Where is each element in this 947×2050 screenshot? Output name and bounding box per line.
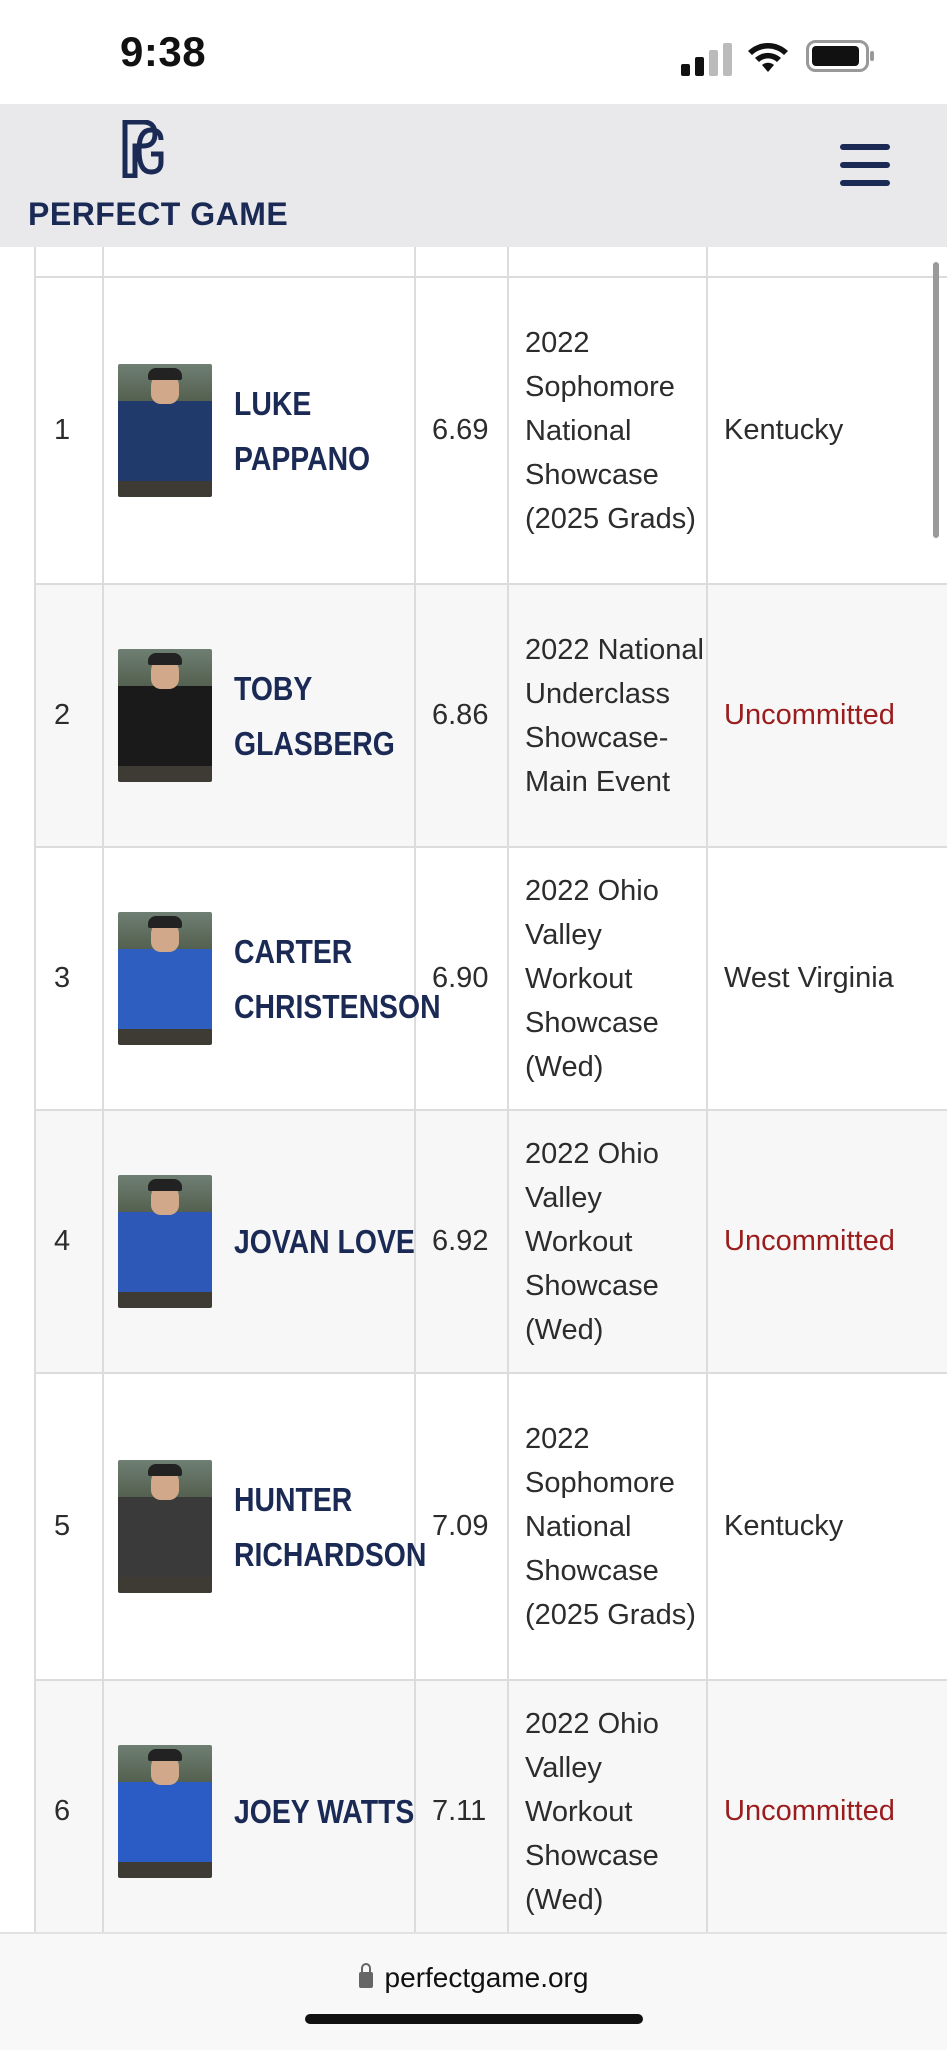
hamburger-menu-icon[interactable] (836, 140, 894, 192)
player-name-line: CHRISTENSON (234, 987, 441, 1025)
logo-text: PERFECT GAME (28, 196, 289, 232)
commitment-cell[interactable]: Kentucky (706, 1372, 947, 1681)
site-header: PERFECT GAME (0, 104, 947, 247)
player-name-link[interactable]: HUNTER RICHARDSON (234, 1472, 426, 1582)
commitment-cell[interactable]: West Virginia (706, 846, 947, 1111)
player-photo[interactable] (118, 1175, 212, 1308)
home-indicator[interactable] (305, 2014, 643, 2024)
player-cell[interactable]: HUNTER RICHARDSON (102, 1372, 426, 1681)
event-cell[interactable]: 2022 Ohio Valley Workout Showcase (Wed) (507, 846, 708, 1111)
sixty-time-cell: 6.92 (414, 1109, 509, 1374)
table-row[interactable]: 3 CARTER CHRISTENSON 6.90 2022 Ohio Valley W… (34, 846, 947, 1111)
player-photo[interactable] (118, 364, 212, 497)
player-name-line: PAPPANO (234, 439, 371, 477)
event-cell[interactable]: 2022 Ohio Valley Workout Showcase (Wed) (507, 1109, 708, 1374)
rankings-table: 1 LUKE PAPPANO 6.69 2022 Sophomore National … (34, 230, 947, 1932)
lock-icon (358, 1963, 373, 1988)
perfect-game-logo[interactable]: PERFECT GAME (28, 120, 288, 232)
player-name-line: TOBY (234, 669, 313, 707)
rank-cell: 3 (34, 846, 104, 1111)
sixty-time-cell: 6.69 (414, 276, 509, 585)
rankings-table-container[interactable]: 1 LUKE PAPPANO 6.69 2022 Sophomore National … (0, 230, 947, 1932)
commitment-cell: Uncommitted (706, 1679, 947, 1932)
table-row[interactable]: 1 LUKE PAPPANO 6.69 2022 Sophomore National … (34, 276, 947, 585)
status-bar: 9:38 (0, 0, 947, 104)
wifi-icon (748, 43, 788, 72)
event-cell[interactable]: 2022 Sophomore National Showcase (2025 G… (507, 1372, 708, 1681)
table-row[interactable]: 6 JOEY WATTS 7.11 2022 Ohio Valley Workout … (34, 1679, 947, 1932)
rank-cell: 6 (34, 1679, 104, 1932)
player-name-line: LUKE (234, 384, 312, 422)
player-photo[interactable] (118, 1745, 212, 1878)
player-cell[interactable]: JOVAN LOVE (102, 1109, 416, 1374)
event-cell[interactable]: 2022 Ohio Valley Workout Showcase (Wed) (507, 1679, 708, 1932)
player-name-line: JOVAN LOVE (234, 1223, 415, 1260)
rank-cell: 2 (34, 583, 104, 848)
scrollbar[interactable] (933, 262, 939, 538)
player-photo[interactable] (118, 1460, 212, 1593)
commitment-cell[interactable]: Kentucky (706, 276, 947, 585)
player-name-link[interactable]: LUKE PAPPANO (234, 376, 370, 486)
player-name-line: CARTER (234, 932, 353, 970)
player-name-line: HUNTER (234, 1480, 353, 1518)
player-name-link[interactable]: CARTER CHRISTENSON (234, 924, 441, 1034)
rank-cell: 1 (34, 276, 104, 585)
sixty-time-cell: 7.11 (414, 1679, 509, 1932)
cellular-signal-icon (681, 40, 733, 76)
player-cell[interactable]: TOBY GLASBERG (102, 583, 416, 848)
sixty-time-cell: 6.86 (414, 583, 509, 848)
table-row[interactable]: 4 JOVAN LOVE 6.92 2022 Ohio Valley Workout … (34, 1109, 947, 1374)
table-row[interactable]: 5 HUNTER RICHARDSON 7.09 2022 Sophomore Nati… (34, 1372, 947, 1681)
battery-icon (806, 40, 874, 72)
commitment-cell: Uncommitted (706, 583, 947, 848)
event-cell[interactable]: 2022 Sophomore National Showcase (2025 G… (507, 276, 708, 585)
player-name-link[interactable]: JOEY WATTS (234, 1784, 414, 1839)
sixty-time-cell: 7.09 (414, 1372, 509, 1681)
player-cell[interactable]: JOEY WATTS (102, 1679, 416, 1932)
address-bar[interactable]: perfectgame.org (0, 1962, 947, 1994)
rank-cell: 4 (34, 1109, 104, 1374)
player-name-line: GLASBERG (234, 724, 395, 762)
commitment-cell: Uncommitted (706, 1109, 947, 1374)
status-time: 9:38 (120, 28, 207, 75)
table-row[interactable]: 2 TOBY GLASBERG 6.86 2022 National Underclas… (34, 583, 947, 848)
player-photo[interactable] (118, 649, 212, 782)
player-name-line: JOEY WATTS (234, 1793, 415, 1830)
player-cell[interactable]: CARTER CHRISTENSON (102, 846, 441, 1111)
pg-logo-mark-icon (122, 120, 164, 178)
event-cell[interactable]: 2022 National Underclass Showcase-Main E… (507, 583, 708, 848)
player-cell[interactable]: LUKE PAPPANO (102, 276, 416, 585)
table-body: 1 LUKE PAPPANO 6.69 2022 Sophomore National … (34, 276, 947, 1932)
player-name-link[interactable]: JOVAN LOVE (234, 1214, 415, 1269)
player-photo[interactable] (118, 912, 212, 1045)
player-name-line: RICHARDSON (234, 1535, 427, 1573)
browser-bottom-bar: perfectgame.org (0, 1932, 947, 2050)
rank-cell: 5 (34, 1372, 104, 1681)
player-name-link[interactable]: TOBY GLASBERG (234, 661, 395, 771)
url-text: perfectgame.org (384, 1962, 589, 1993)
